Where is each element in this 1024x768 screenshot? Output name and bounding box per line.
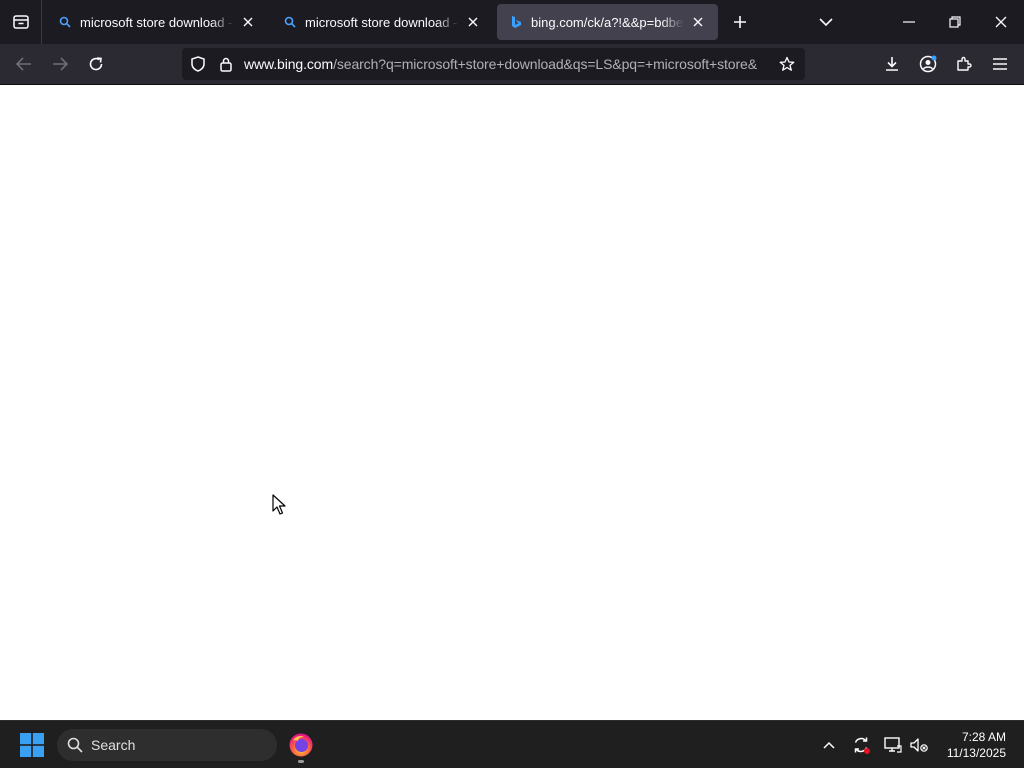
reload-button[interactable]	[80, 48, 112, 80]
speaker-muted-icon	[910, 738, 928, 752]
close-tab-icon[interactable]	[238, 12, 258, 32]
taskbar-search-box[interactable]: Search	[57, 729, 277, 761]
close-window-button[interactable]	[978, 0, 1024, 44]
windows-logo-icon	[20, 733, 44, 757]
page-content[interactable]	[0, 85, 1024, 720]
tab-title: bing.com/ck/a?!&&p=bdbef7bf	[531, 14, 684, 30]
tab-search-2[interactable]: microsoft store download - Search	[271, 4, 493, 40]
restore-button[interactable]	[932, 0, 978, 44]
close-tab-icon[interactable]	[463, 12, 483, 32]
taskbar: Search 7:28 AM 11/13/2025	[0, 720, 1024, 768]
clock-time: 7:28 AM	[961, 730, 1006, 744]
reload-icon	[89, 57, 103, 71]
forward-button[interactable]	[44, 48, 76, 80]
back-button[interactable]	[8, 48, 40, 80]
url-text[interactable]: www.bing.com/search?q=microsoft+store+do…	[240, 56, 773, 72]
restore-icon	[949, 16, 961, 28]
firefox-logo-icon	[289, 733, 313, 757]
search-icon	[67, 737, 83, 753]
hamburger-menu-icon	[993, 58, 1007, 70]
account-icon	[919, 55, 937, 73]
firefox-view-icon	[12, 15, 29, 29]
lock-icon[interactable]	[212, 48, 240, 80]
chevron-up-icon	[823, 741, 835, 749]
search-box-label: Search	[91, 737, 136, 753]
close-tab-icon[interactable]	[688, 12, 708, 32]
forward-arrow-icon	[53, 57, 68, 71]
address-bar[interactable]: www.bing.com/search?q=microsoft+store+do…	[182, 48, 805, 80]
taskbar-clock[interactable]: 7:28 AM 11/13/2025	[947, 729, 1006, 761]
monitor-icon	[884, 737, 902, 753]
bing-icon	[509, 15, 523, 29]
tab-title: microsoft store download - Search	[80, 14, 234, 30]
network-volume-button[interactable]	[907, 733, 931, 757]
tab-search-1[interactable]: microsoft store download - Search	[46, 4, 268, 40]
url-host: www.bing.com	[244, 56, 334, 72]
extensions-button[interactable]	[948, 48, 980, 80]
taskbar-app-firefox[interactable]	[284, 725, 318, 765]
app-menu-button[interactable]	[984, 48, 1016, 80]
minimize-button[interactable]	[886, 0, 932, 44]
sync-status-button[interactable]	[849, 733, 873, 757]
running-indicator	[298, 760, 304, 763]
minimize-icon	[903, 21, 915, 23]
new-tab-button[interactable]	[724, 6, 756, 38]
firefox-view-button[interactable]	[0, 0, 42, 44]
start-button[interactable]	[14, 729, 50, 761]
clock-date: 11/13/2025	[946, 746, 1006, 760]
bookmark-star-icon[interactable]	[773, 48, 801, 80]
plus-icon	[734, 16, 746, 28]
tracking-protection-shield-icon[interactable]	[184, 48, 212, 80]
sync-error-icon	[854, 737, 870, 754]
tab-strip: microsoft store download - Search micros…	[0, 0, 1024, 44]
account-button[interactable]	[912, 48, 944, 80]
chevron-down-icon	[819, 18, 833, 27]
close-icon	[995, 16, 1007, 28]
mouse-pointer-icon	[272, 494, 288, 523]
display-button[interactable]	[881, 733, 905, 757]
list-all-tabs-button[interactable]	[810, 6, 842, 38]
tab-title: microsoft store download - Search	[305, 14, 459, 30]
download-icon	[886, 57, 898, 71]
navigation-toolbar: www.bing.com/search?q=microsoft+store+do…	[0, 44, 1024, 85]
url-path: /search?q=microsoft+store+download&qs=LS…	[333, 56, 757, 72]
tab-bing-redirect[interactable]: bing.com/ck/a?!&&p=bdbef7bf	[497, 4, 718, 40]
show-hidden-icons-button[interactable]	[817, 733, 841, 757]
downloads-button[interactable]	[876, 48, 908, 80]
search-icon	[58, 15, 72, 29]
search-icon	[283, 15, 297, 29]
puzzle-piece-icon	[957, 56, 972, 71]
back-arrow-icon	[16, 57, 31, 71]
